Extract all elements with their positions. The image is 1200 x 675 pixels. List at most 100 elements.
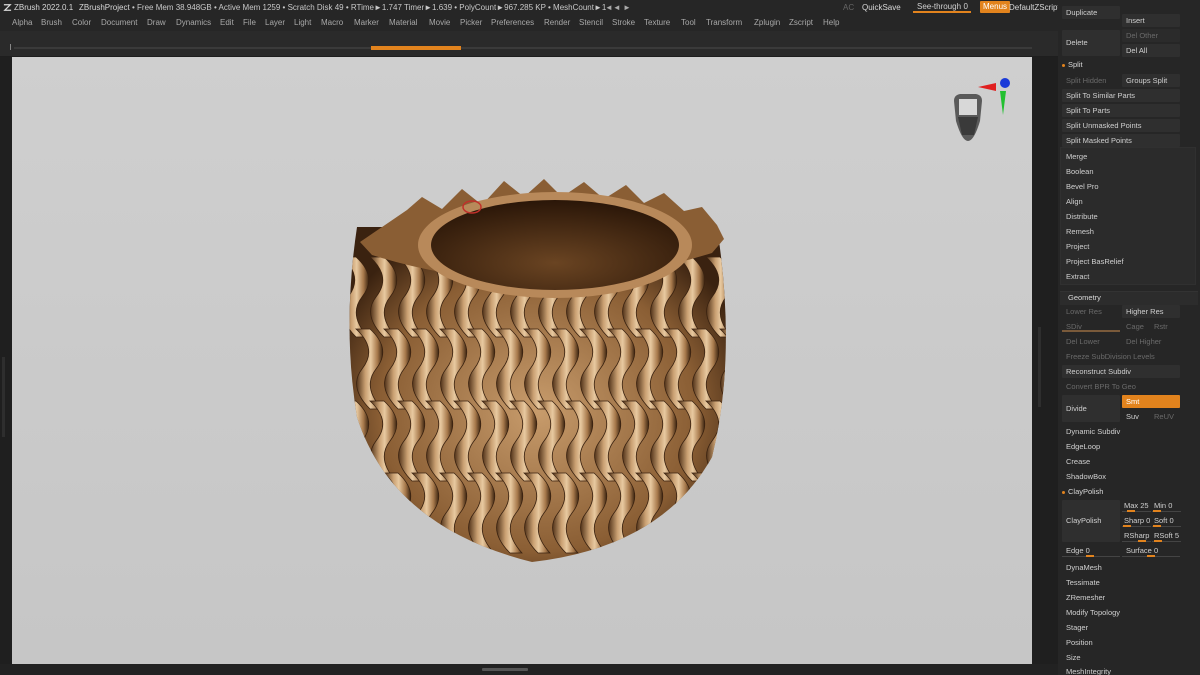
reconstruct-subdiv-button[interactable]: Reconstruct Subdiv [1062,365,1180,378]
groups-split-button[interactable]: Groups Split [1122,74,1180,87]
menu-render[interactable]: Render [544,15,570,31]
stager-button[interactable]: Stager [1062,621,1180,634]
del-lower-button[interactable]: Del Lower [1062,335,1120,348]
edge-slider-knob[interactable] [1086,555,1094,557]
delete-button[interactable]: Delete [1062,30,1120,56]
reuv-toggle[interactable]: ReUV [1150,410,1180,423]
del-higher-button[interactable]: Del Higher [1122,335,1180,348]
menu-zscript[interactable]: Zscript [789,15,813,31]
merge-button[interactable]: Merge [1062,150,1180,163]
bottom-tray-handle[interactable] [482,668,528,671]
dynamesh-button[interactable]: DynaMesh [1062,561,1180,574]
split-to-similar-parts-button[interactable]: Split To Similar Parts [1062,89,1180,102]
menu-transform[interactable]: Transform [706,15,742,31]
meshintegrity-button[interactable]: MeshIntegrity [1062,665,1180,675]
expand-dot-icon [1062,64,1065,67]
bevel-pro-button[interactable]: Bevel Pro [1062,180,1180,193]
menu-file[interactable]: File [243,15,256,31]
menu-color[interactable]: Color [72,15,91,31]
soft-slider-knob[interactable] [1153,525,1161,527]
align-button[interactable]: Align [1062,195,1180,208]
min-slider-knob[interactable] [1153,510,1161,512]
see-through-slider[interactable]: See-through 0 [913,1,971,13]
claypolish-button[interactable]: ClayPolish [1062,500,1120,542]
duplicate-button[interactable]: Duplicate [1062,6,1120,19]
rstr-button[interactable]: Rstr [1150,320,1180,333]
menu-layer[interactable]: Layer [265,15,285,31]
menu-preferences[interactable]: Preferences [491,15,534,31]
vase-model[interactable] [342,179,747,562]
menus-toggle-button[interactable]: Menus [980,1,1011,13]
del-other-button[interactable]: Del Other [1122,29,1180,42]
edgeloop-button[interactable]: EdgeLoop [1062,440,1180,453]
menu-brush[interactable]: Brush [41,15,62,31]
shelf-active-indicator[interactable] [371,46,461,50]
split-unmasked-points-button[interactable]: Split Unmasked Points [1062,119,1180,132]
menu-material[interactable]: Material [389,15,417,31]
menu-stroke[interactable]: Stroke [612,15,635,31]
remesh-button[interactable]: Remesh [1062,225,1180,238]
tessimate-button[interactable]: Tessimate [1062,576,1180,589]
max-slider-knob[interactable] [1127,510,1135,512]
menu-macro[interactable]: Macro [321,15,343,31]
claypolish-section-header[interactable]: ClayPolish [1060,486,1196,498]
menu-zplugin[interactable]: Zplugin [754,15,780,31]
rsharp-slider-knob[interactable] [1138,540,1146,542]
del-all-button[interactable]: Del All [1122,44,1180,57]
cage-button[interactable]: Cage [1122,320,1150,333]
shadowbox-button[interactable]: ShadowBox [1062,470,1180,483]
viewport-canvas[interactable] [12,57,1032,664]
split-to-parts-button[interactable]: Split To Parts [1062,104,1180,117]
lower-res-button[interactable]: Lower Res [1062,305,1120,318]
menu-stencil[interactable]: Stencil [579,15,603,31]
left-tray-handle[interactable] [2,357,5,437]
right-tray[interactable] [1032,57,1058,664]
quicksave-button[interactable]: QuickSave [862,0,901,15]
crease-button[interactable]: Crease [1062,455,1180,468]
menu-tool[interactable]: Tool [681,15,696,31]
boolean-button[interactable]: Boolean [1062,165,1180,178]
nav-arrows-icon[interactable]: ◄◄ ► [605,0,631,15]
suv-toggle[interactable]: Suv [1122,410,1150,423]
ac-button[interactable]: AC [843,0,854,15]
modify-topology-button[interactable]: Modify Topology [1062,606,1180,619]
geometry-section-header[interactable]: Geometry [1060,292,1196,304]
menu-picker[interactable]: Picker [460,15,482,31]
dynamic-subdiv-button[interactable]: Dynamic Subdiv [1062,425,1180,438]
menu-dynamics[interactable]: Dynamics [176,15,211,31]
default-zscript-button[interactable]: DefaultZScript [1009,0,1060,15]
menu-edit[interactable]: Edit [220,15,234,31]
split-masked-points-button[interactable]: Split Masked Points [1062,134,1180,147]
convert-bpr-button[interactable]: Convert BPR To Geo [1062,380,1180,393]
insert-button[interactable]: Insert [1122,14,1180,27]
zremesher-button[interactable]: ZRemesher [1062,591,1180,604]
split-hidden-button[interactable]: Split Hidden [1062,74,1120,87]
sharp-slider-knob[interactable] [1123,525,1131,527]
menu-alpha[interactable]: Alpha [12,15,32,31]
menu-light[interactable]: Light [294,15,311,31]
split-section-header[interactable]: Split [1060,59,1196,71]
status-stats: • Free Mem 38.948GB • Active Mem 1259 • … [132,3,607,12]
smt-toggle[interactable]: Smt [1122,395,1180,408]
project-basrelief-button[interactable]: Project BasRelief [1062,255,1180,268]
higher-res-button[interactable]: Higher Res [1122,305,1180,318]
menu-texture[interactable]: Texture [644,15,670,31]
freeze-subdivision-button[interactable]: Freeze SubDivision Levels [1062,350,1180,363]
menu-document[interactable]: Document [101,15,137,31]
rsoft-slider-knob[interactable] [1154,540,1162,542]
left-tray[interactable] [0,57,12,664]
expand-dot-icon [1062,491,1065,494]
menu-draw[interactable]: Draw [147,15,166,31]
menu-movie[interactable]: Movie [429,15,450,31]
surface-slider-knob[interactable] [1147,555,1155,557]
menu-marker[interactable]: Marker [354,15,379,31]
menu-help[interactable]: Help [823,15,839,31]
extract-button[interactable]: Extract [1062,270,1180,283]
distribute-button[interactable]: Distribute [1062,210,1180,223]
size-button[interactable]: Size [1062,651,1180,664]
right-tray-handle[interactable] [1038,327,1041,407]
navigation-gizmo[interactable] [954,78,1010,141]
divide-button[interactable]: Divide [1062,395,1120,422]
position-button[interactable]: Position [1062,636,1180,649]
project-button[interactable]: Project [1062,240,1180,253]
